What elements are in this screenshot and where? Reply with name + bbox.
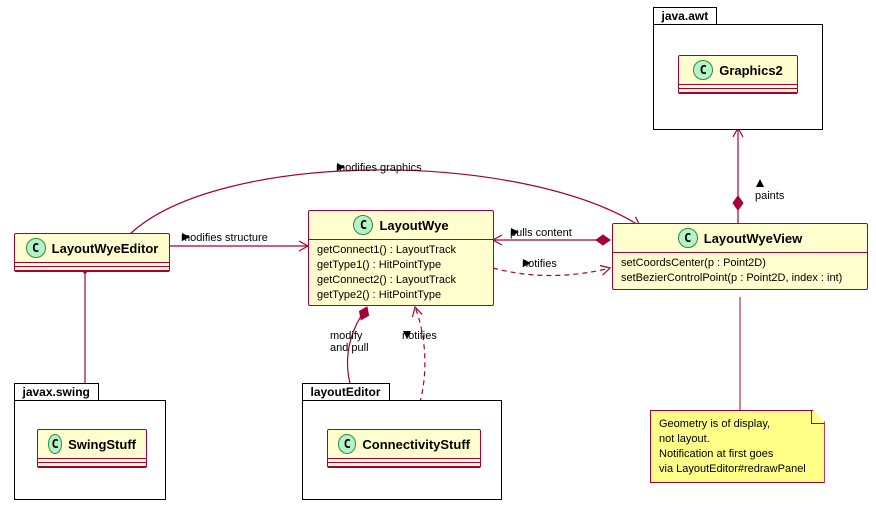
note-line: Geometry is of display, [659,417,806,432]
class-layout-wye-name: LayoutWye [379,218,448,233]
class-icon: C [678,228,698,248]
note-line: Notification at first goes [659,447,806,462]
package-layout-editor-label: layoutEditor [302,383,390,400]
class-swing-stuff: C SwingStuff [37,429,147,468]
class-layout-wye-view: C LayoutWyeView setCoordsCenter(p : Poin… [612,223,868,290]
arrow-right-icon [336,162,346,172]
package-java-awt-label: java.awt [653,7,718,24]
class-connectivity-stuff: C ConnectivityStuff [327,429,481,468]
arrow-up-icon [755,178,765,188]
class-layout-wye-editor-name: LayoutWyeEditor [52,241,159,256]
note-geometry: Geometry is of display, not layout. Noti… [650,410,825,483]
member: getType2() : HitPointType [317,288,485,303]
member: setCoordsCenter(p : Point2D) [621,256,859,271]
class-graphics2: C Graphics2 [678,55,798,94]
edge-view-paints-graphics [733,128,743,224]
class-icon: C [26,238,46,258]
class-icon: C [353,215,373,235]
member: getConnect1() : LayoutTrack [317,243,485,258]
arrow-right-icon [522,258,532,268]
member: getType1() : HitPointType [317,258,485,273]
class-graphics2-name: Graphics2 [719,63,783,78]
label-notifies-view: notifies [522,258,557,270]
class-layout-wye-view-name: LayoutWyeView [704,231,803,246]
class-connectivity-stuff-name: ConnectivityStuff [362,437,470,452]
member: getConnect2() : LayoutTrack [317,273,485,288]
package-java-awt: java.awt C Graphics2 [653,24,823,130]
note-line: not layout. [659,432,806,447]
class-icon: C [693,60,713,80]
label-modifies-structure: modifies structure [181,232,268,244]
label-paints: paints [755,178,784,202]
class-layout-wye: C LayoutWye getConnect1() : LayoutTrack … [308,210,494,306]
arrow-right-icon [510,227,520,237]
class-icon: C [48,434,62,454]
class-swing-stuff-name: SwingStuff [68,437,136,452]
class-layout-wye-editor: C LayoutWyeEditor [14,233,170,272]
class-icon: C [338,434,356,454]
member: setBezierControlPoint(p : Point2D, index… [621,271,859,286]
arrow-right-icon [181,232,191,242]
label-pulls-content: pulls content [510,227,572,239]
label-modifies-graphics: modifies graphics [336,162,422,174]
note-line: via LayoutEditor#redrawPanel [659,462,806,477]
label-modify-pull: modify and pull [330,330,369,354]
label-notifies-wye: notifies [402,330,437,342]
package-javax-swing-label: javax.swing [14,383,99,400]
package-layout-editor: layoutEditor C ConnectivityStuff [302,400,502,500]
arrow-down-icon [402,330,412,340]
package-javax-swing: javax.swing C SwingStuff [14,400,166,500]
